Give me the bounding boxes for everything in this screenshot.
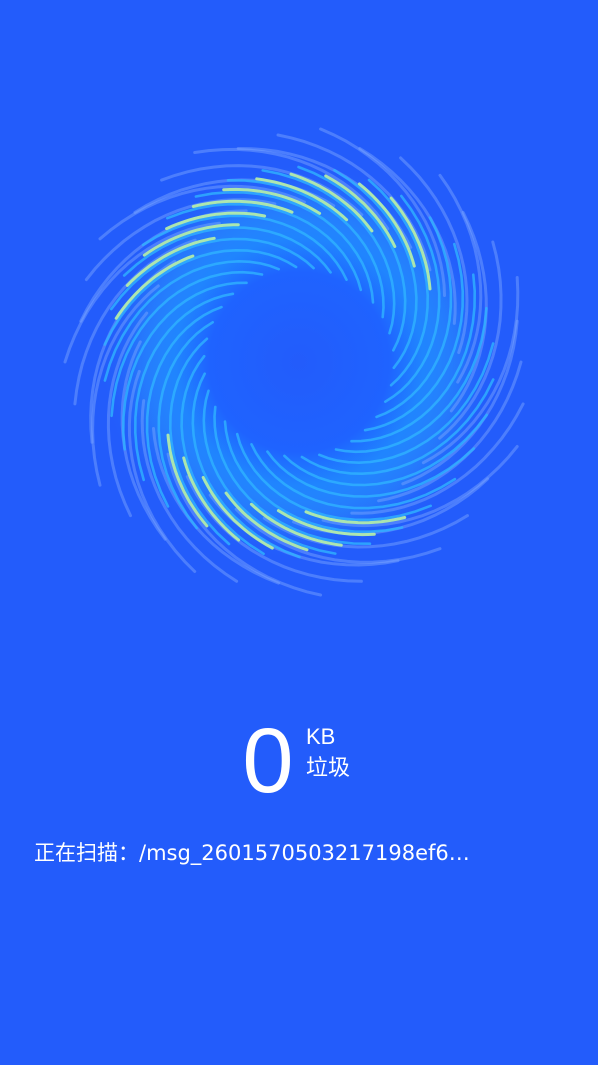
scanning-status: 正在扫描：/msg_2601570503217198ef6… (34, 838, 574, 868)
junk-size-unit: KB (306, 724, 336, 749)
junk-size-value: 0 (242, 710, 294, 812)
scanning-vortex-animation (49, 112, 549, 612)
clean-scan-screen: 0 KB 垃圾 正在扫描：/msg_2601570503217198ef6… (0, 0, 598, 1065)
scanning-path: /msg_2601570503217198ef6… (139, 841, 470, 865)
vortex-glow (99, 162, 499, 562)
vortex-graphic (63, 127, 525, 597)
scanning-prefix: 正在扫描： (34, 841, 139, 865)
junk-label: 垃圾 (306, 756, 351, 781)
scan-result: 0 KB 垃圾 (0, 710, 598, 812)
